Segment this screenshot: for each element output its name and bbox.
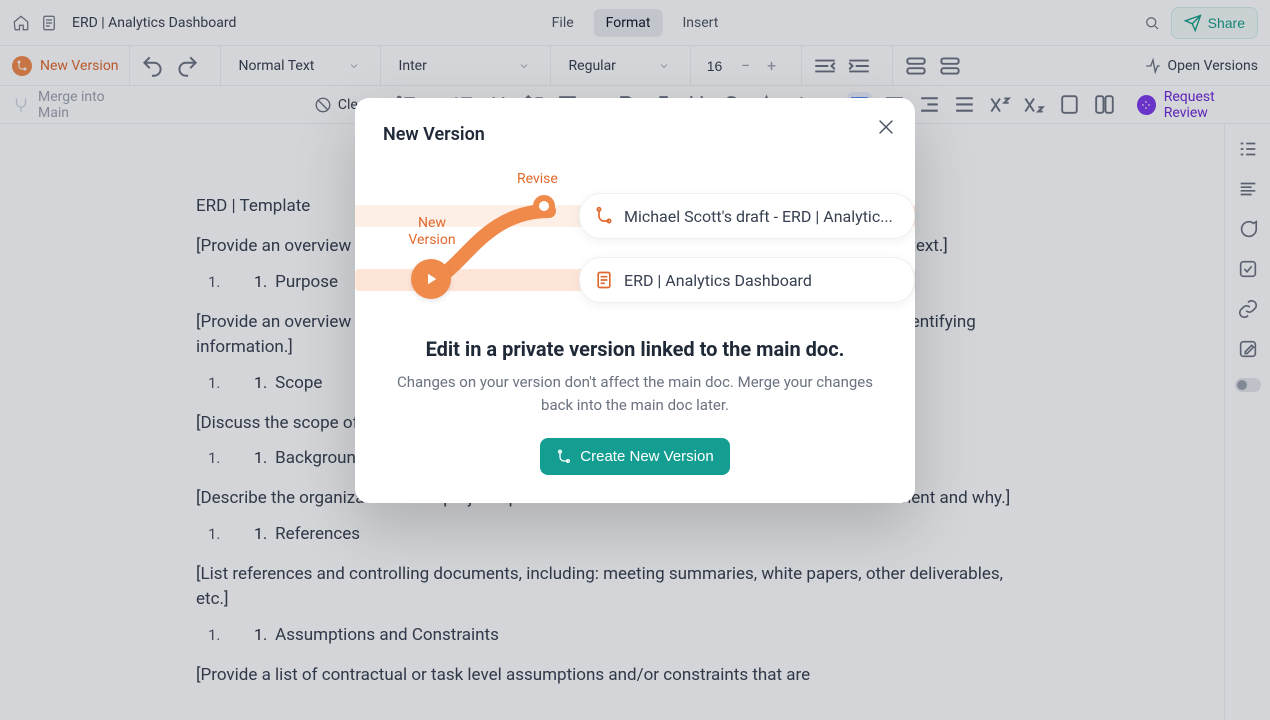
modal-subtext: Changes on your version don't affect the…: [383, 371, 887, 416]
rv-label: Revise: [517, 171, 558, 187]
branch-icon: [594, 206, 614, 226]
doc-icon: [594, 270, 614, 290]
revise-node-icon: [533, 195, 555, 217]
draft-card-title: Michael Scott's draft - ERD | Analytic..…: [624, 207, 893, 226]
draft-card: Michael Scott's draft - ERD | Analytic..…: [579, 193, 915, 239]
main-card: ERD | Analytics Dashboard: [579, 257, 915, 303]
play-node-icon: [411, 259, 451, 299]
main-card-title: ERD | Analytics Dashboard: [624, 271, 812, 290]
create-new-version-button[interactable]: Create New Version: [540, 438, 729, 475]
cta-label: Create New Version: [580, 448, 713, 465]
version-diagram: New Version Revise Michael Scott's draft…: [383, 159, 887, 309]
modal-headline: Edit in a private version linked to the …: [383, 337, 887, 361]
branch-icon: [556, 449, 572, 465]
modal-scrim[interactable]: New Version New Version Revise Michael S…: [0, 0, 1270, 720]
modal-title: New Version: [383, 124, 887, 145]
close-icon[interactable]: [875, 116, 897, 138]
new-version-modal: New Version New Version Revise Michael S…: [355, 98, 915, 503]
